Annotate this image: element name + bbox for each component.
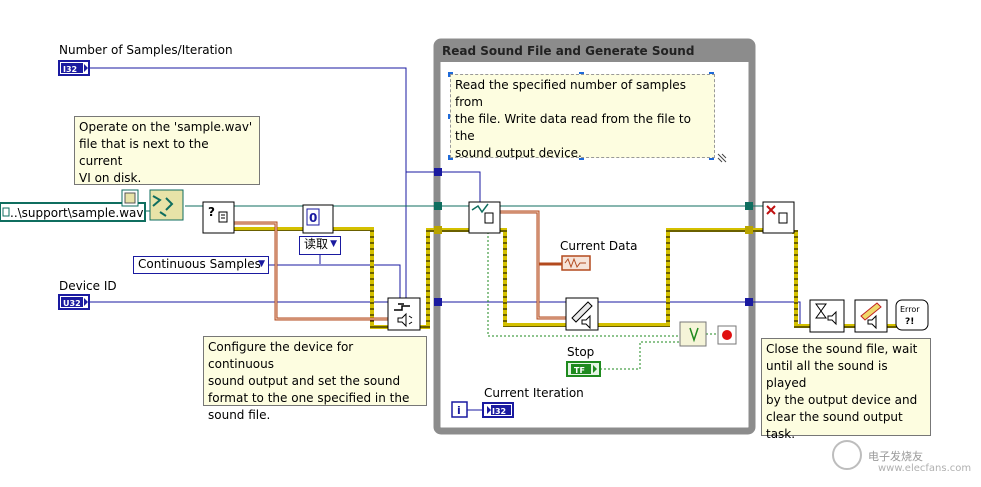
sound-file-close-node[interactable] [762,201,795,234]
zero-constant[interactable]: 0 [302,204,334,234]
samples-control-terminal[interactable]: I32 [58,60,90,76]
stop-control-terminal[interactable]: TF [566,361,601,377]
current-iteration-indicator: I32 [482,402,514,418]
sound-output-write-node[interactable] [565,297,599,331]
samples-type-text: I32 [63,65,77,74]
current-data-label: Current Data [560,239,638,253]
or-function[interactable] [679,321,707,347]
error-handler-node[interactable]: Error ?! [895,299,929,331]
sound-output-configure-node[interactable] [387,297,421,331]
file-mode-ring[interactable]: 读取 ▼ [299,236,341,255]
chevron-down-icon[interactable]: ▼ [330,237,337,252]
sample-mode-text: Continuous Samples [138,257,261,271]
resize-grip-icon[interactable] [717,153,727,163]
iteration-terminal-text: i [457,404,461,417]
loop-condition-terminal[interactable] [717,325,737,345]
sound-file-read-node[interactable] [468,201,501,234]
device-type-text: U32 [63,299,81,308]
stop-value-text: TF [574,366,585,375]
sample-mode-ring[interactable]: Continuous Samples ▼ [133,256,269,274]
build-path-node[interactable] [149,189,184,221]
current-data-terminal [561,255,591,271]
current-vi-path-node[interactable] [121,189,139,207]
zero-text: 0 [309,211,317,225]
iteration-type-text: I32 [492,407,506,416]
chevron-down-icon[interactable]: ▼ [258,257,265,272]
watermark-text: 电子发烧友 [868,450,923,463]
sound-output-wait-node[interactable] [809,299,845,333]
close-comment: Close the sound file, wait until all the… [761,338,931,441]
watermark-url: www.elecfans.com [878,463,972,474]
iteration-terminal: i [451,401,468,418]
device-label: Device ID [59,279,117,293]
open-file-glyph: ? [208,205,215,219]
configure-comment: Configure the device for continuous soun… [203,336,427,422]
refnum-wires [145,205,765,212]
file-comment: Operate on the 'sample.wav' file that is… [74,116,260,185]
stop-label: Stop [567,345,594,359]
watermark-logo-icon [832,440,862,470]
path-text: ..\support\sample.wav [10,206,144,220]
samples-label: Number of Samples/Iteration [59,43,233,57]
device-control-terminal[interactable]: U32 [58,294,90,310]
loop-comment: Read the specified number of samples fro… [450,74,715,160]
file-mode-text: 读取 [304,237,329,251]
current-iteration-label: Current Iteration [484,386,584,400]
sound-output-clear-node[interactable] [854,299,888,333]
error-handler-text: Error [900,305,920,314]
sound-file-open-node[interactable]: ? [202,201,235,234]
loop-tunnels [434,168,753,306]
error-handler-mark: ?! [905,317,914,327]
loop-title: Read Sound File and Generate Sound [442,44,695,58]
